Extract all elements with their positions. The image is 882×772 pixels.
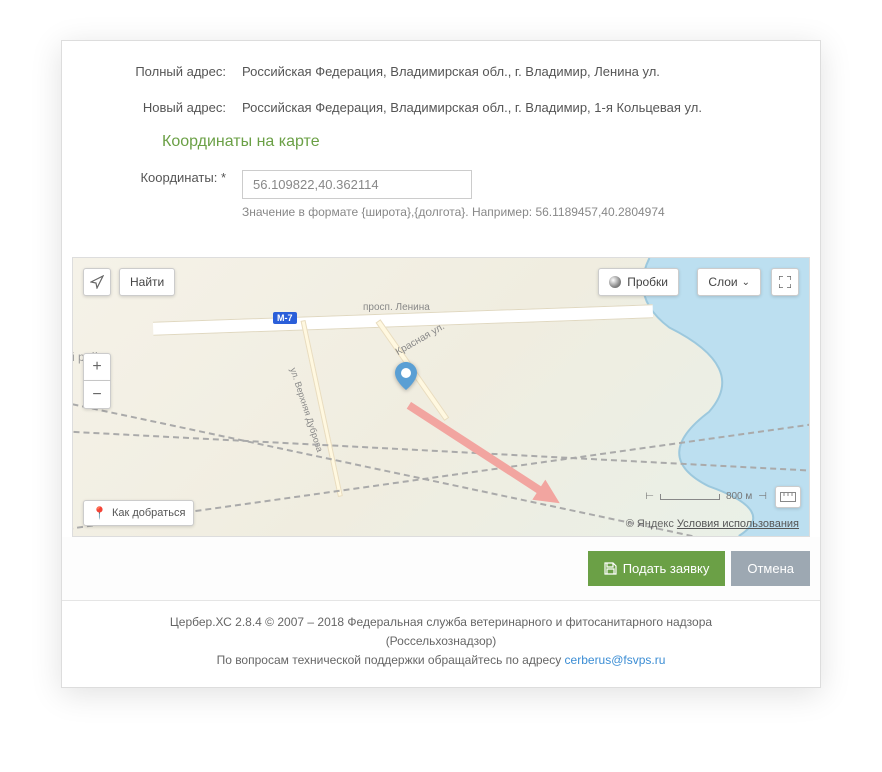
- footer-copyright: Цербер.ХС 2.8.4 © 2007 – 2018 Федеральна…: [82, 613, 800, 632]
- new-address-label: Новый адрес:: [92, 97, 242, 115]
- scale-bracket-icon: ⊣: [758, 491, 767, 502]
- new-address-row: Новый адрес: Российская Федерация, Влади…: [92, 97, 790, 115]
- coords-label: Координаты: *: [92, 167, 242, 185]
- full-address-label: Полный адрес:: [92, 61, 242, 79]
- cancel-button[interactable]: Отмена: [731, 551, 810, 586]
- traffic-button[interactable]: Пробки: [598, 268, 679, 296]
- layers-select[interactable]: Слои ⌄: [697, 268, 761, 296]
- fullscreen-button[interactable]: [771, 268, 799, 296]
- map[interactable]: М-7 просп. Ленина Красная ул. ул. Верхня…: [72, 257, 810, 537]
- road-shield-m7: М-7: [273, 312, 297, 324]
- traffic-icon: [609, 276, 621, 288]
- road-label-lenina: просп. Ленина: [363, 302, 430, 313]
- zoom-in-button[interactable]: +: [83, 353, 111, 381]
- full-address-row: Полный адрес: Российская Федерация, Влад…: [92, 61, 790, 79]
- scale-bar: ⊢ 800 м ⊣: [645, 491, 767, 502]
- coords-input[interactable]: [242, 170, 472, 199]
- map-marker-icon[interactable]: [395, 362, 417, 384]
- coords-section-title: Координаты на карте: [162, 133, 790, 151]
- terms-link[interactable]: Условия использования: [677, 518, 799, 530]
- zoom-out-button[interactable]: −: [83, 381, 111, 409]
- support-email-link[interactable]: cerberus@fsvps.ru: [565, 653, 666, 667]
- locate-button[interactable]: [83, 268, 111, 296]
- coords-row: Координаты: * Значение в формате {широта…: [92, 167, 790, 219]
- ruler-button[interactable]: [775, 486, 801, 508]
- save-icon: [604, 562, 617, 575]
- minus-icon: −: [92, 386, 101, 404]
- footer-org: (Россельхознадзор): [82, 632, 800, 651]
- new-address-value: Российская Федерация, Владимирская обл.,…: [242, 97, 790, 115]
- plus-icon: +: [92, 358, 101, 376]
- find-button[interactable]: Найти: [119, 268, 175, 296]
- ruler-icon: [780, 492, 796, 502]
- scale-bracket-icon: ⊢: [645, 491, 654, 502]
- fullscreen-icon: [779, 276, 791, 288]
- form-section: Полный адрес: Российская Федерация, Влад…: [62, 41, 820, 247]
- pin-icon: 📍: [92, 506, 107, 520]
- submit-button[interactable]: Подать заявку: [588, 551, 726, 586]
- coords-hint: Значение в формате {широта},{долгота}. Н…: [242, 205, 790, 219]
- zoom-controls: + −: [83, 353, 111, 409]
- footer-support: По вопросам технической поддержки обраща…: [82, 651, 800, 670]
- map-attribution: © Яндекс Условия использования: [626, 518, 799, 530]
- footer: Цербер.ХС 2.8.4 © 2007 – 2018 Федеральна…: [62, 600, 820, 687]
- route-button[interactable]: 📍 Как добраться: [83, 500, 194, 526]
- chevron-down-icon: ⌄: [742, 277, 750, 288]
- main-panel: Полный адрес: Российская Федерация, Влад…: [61, 40, 821, 688]
- action-bar: Подать заявку Отмена: [62, 537, 820, 600]
- full-address-value: Российская Федерация, Владимирская обл.,…: [242, 61, 790, 79]
- location-arrow-icon: [90, 275, 104, 289]
